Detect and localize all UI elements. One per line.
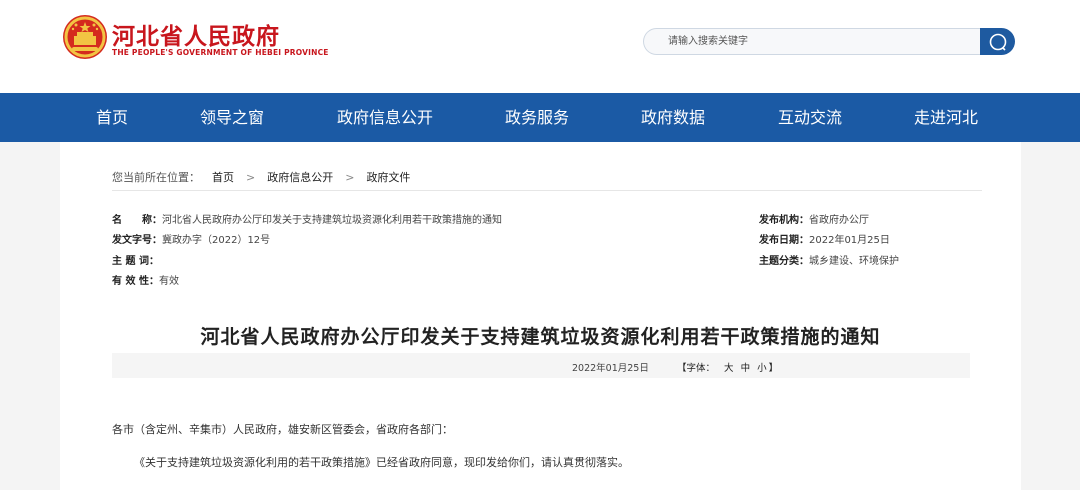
meta-issuer-value: 省政府办公厅 [809,215,869,226]
breadcrumb-prefix: 您当前所在位置： [112,171,200,184]
document-body-paragraph: 《关于支持建筑垃圾资源化利用的若干政策措施》已经省政府同意，现印发给你们，请认真… [134,456,629,469]
nav-item-leaders[interactable]: 领导之窗 [200,93,264,142]
meta-date-label: 发布日期： [759,235,809,246]
search-input[interactable] [644,29,983,54]
document-title: 河北省人民政府办公厅印发关于支持建筑垃圾资源化利用若干政策措施的通知 [200,326,881,348]
meta-docno-row: 发文字号：冀政办字（2022）12号 [112,231,270,246]
nav-item-services[interactable]: 政务服务 [505,93,569,142]
nav-item-data[interactable]: 政府数据 [641,93,705,142]
document-date: 2022年01月25日 [572,363,649,374]
font-size-small[interactable]: 小 [757,363,767,374]
content-panel: 您当前所在位置： 首页 > 政府信息公开 > 政府文件 名 称：河北省人民政府办… [60,142,1021,490]
breadcrumb-divider [112,190,982,191]
meta-category-label: 主题分类： [759,256,809,267]
font-size-label: 【字体： [677,363,716,374]
meta-category-value: 城乡建设、环境保护 [809,256,899,267]
breadcrumb-gov-info[interactable]: 政府信息公开 [267,169,333,185]
nav-item-about-hebei[interactable]: 走进河北 [914,93,978,142]
main-nav: 首页 领导之窗 政府信息公开 政务服务 政府数据 互动交流 走进河北 [0,93,1080,142]
breadcrumb-home[interactable]: 首页 [212,169,234,185]
document-salutation: 各市（含定州、辛集市）人民政府，雄安新区管委会，省政府各部门： [112,423,453,436]
meta-issuer-label: 发布机构： [759,215,809,226]
chevron-right-icon: > [345,170,355,184]
search-box [643,28,983,55]
meta-date-value: 2022年01月25日 [809,235,890,246]
breadcrumb: 您当前所在位置： 首页 > 政府信息公开 > 政府文件 [112,169,410,185]
nav-item-home[interactable]: 首页 [96,93,128,142]
meta-subject-row: 主 题 词： [112,252,159,267]
meta-validity-label: 有 效 性： [112,276,159,287]
national-emblem-icon[interactable] [62,14,108,60]
site-header: 河北省人民政府 THE PEOPLE'S GOVERNMENT OF HEBEI… [0,0,1080,93]
meta-category-row: 主题分类：城乡建设、环境保护 [759,252,899,267]
meta-date-row: 发布日期：2022年01月25日 [759,231,890,246]
meta-subject-label: 主 题 词： [112,256,159,267]
nav-item-gov-info[interactable]: 政府信息公开 [337,93,433,142]
breadcrumb-gov-docs[interactable]: 政府文件 [366,169,410,185]
nav-item-interaction[interactable]: 互动交流 [778,93,842,142]
font-size-large[interactable]: 大 [724,363,734,374]
font-size-controls: 【字体： 大 中 小】 [677,360,778,374]
font-size-close: 】 [768,363,779,374]
meta-docno-label: 发文字号： [112,235,162,246]
meta-name-value: 河北省人民政府办公厅印发关于支持建筑垃圾资源化利用若干政策措施的通知 [162,215,502,226]
meta-docno-value: 冀政办字（2022）12号 [162,235,271,246]
search-icon [989,33,1006,51]
site-subtitle: THE PEOPLE'S GOVERNMENT OF HEBEI PROVINC… [112,48,329,57]
meta-name-label: 名 称： [112,215,162,226]
meta-validity-value: 有效 [158,276,179,287]
site-title[interactable]: 河北省人民政府 [112,17,280,51]
meta-validity-row: 有 效 性：有效 [112,272,179,287]
meta-name-row: 名 称：河北省人民政府办公厅印发关于支持建筑垃圾资源化利用若干政策措施的通知 [112,211,502,226]
document-info-bar: 2022年01月25日 【字体： 大 中 小】 [112,353,970,378]
font-size-medium[interactable]: 中 [741,363,751,374]
chevron-right-icon: > [246,170,256,184]
search-button[interactable] [980,28,1015,55]
meta-issuer-row: 发布机构：省政府办公厅 [759,211,869,226]
